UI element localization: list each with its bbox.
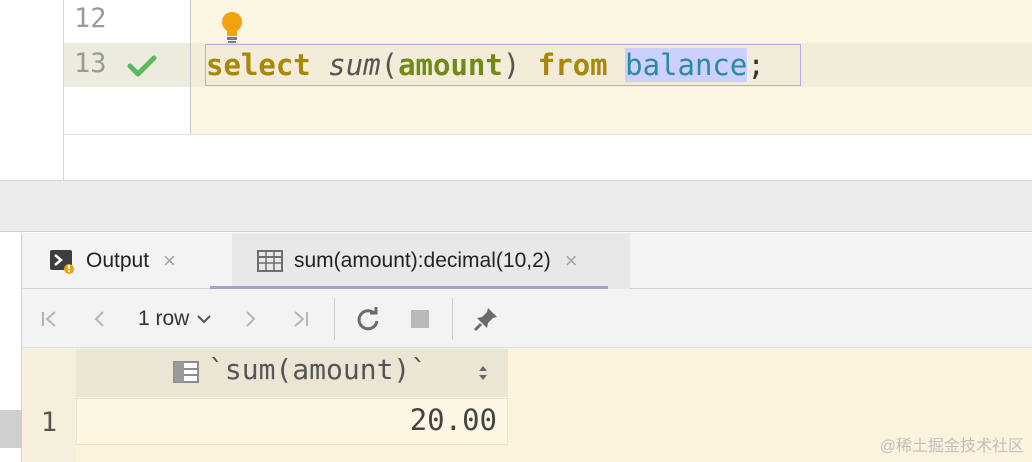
chevron-right-icon [246,311,256,327]
keyword-from: from [537,48,608,82]
column-icon [173,361,199,383]
results-toolbar: 1 row [22,290,1032,348]
last-page-icon [294,311,308,327]
results-tabbar: Output × sum(amount):decimal(10,2) × [22,233,1032,289]
sql-statement[interactable]: select sum(amount) from balance; [206,47,765,83]
semicolon: ; [747,48,765,82]
stop-button[interactable] [402,301,438,337]
cell-value: 20.00 [409,403,497,437]
last-page-button[interactable] [282,301,318,337]
line-number-13: 13 [74,48,107,79]
tab-output-close-icon[interactable]: × [163,248,176,274]
sort-icon[interactable] [476,363,490,383]
column-amount: amount [398,48,503,82]
editor-left-strip [0,0,64,180]
rows-selector[interactable]: 1 row [138,302,213,336]
row-number: 1 [40,406,58,438]
reload-button[interactable] [350,301,386,337]
toolbar-separator [334,298,335,340]
row-number-cell[interactable]: 1 [22,399,76,445]
panel-divider[interactable] [0,180,1032,232]
toolbar-separator [452,298,453,340]
pin-icon [473,308,497,332]
keyword-select: select [206,48,311,82]
watermark: @稀土掘金技术社区 [879,438,1024,455]
stop-icon [411,310,429,328]
editor-empty-area [64,135,1032,180]
chevron-left-icon [94,311,104,327]
lightbulb-icon[interactable] [218,10,246,44]
previous-page-button[interactable] [82,301,118,337]
chevron-down-icon [197,315,212,324]
column-header-label: `sum(amount)` [208,353,428,386]
pin-tab-button[interactable] [468,301,504,337]
table-cell[interactable]: 20.00 [76,398,508,445]
paren-open: ( [380,48,399,82]
next-page-button[interactable] [232,301,268,337]
paren-close: ) [502,48,521,82]
check-icon [127,55,157,77]
console-output-icon [50,250,74,274]
tab-output-label: Output [86,249,150,272]
table-balance: balance [625,48,748,82]
function-sum: sum [328,48,381,82]
tab-output[interactable]: Output × [48,233,218,289]
tab-result-close-icon[interactable]: × [565,248,578,274]
line-number-12: 12 [74,3,107,34]
tab-result[interactable]: sum(amount):decimal(10,2) × [232,233,630,289]
tab-result-label: sum(amount):decimal(10,2) [294,249,551,272]
rows-count-label: 1 row [138,307,190,330]
column-header[interactable]: `sum(amount)` [76,349,508,397]
table-icon [257,250,283,272]
active-tab-indicator [210,286,608,289]
refresh-icon [357,307,379,331]
first-page-button[interactable] [32,301,68,337]
row-selection-marker [0,410,22,448]
gutter-separator [190,0,191,134]
first-page-icon [42,311,56,327]
